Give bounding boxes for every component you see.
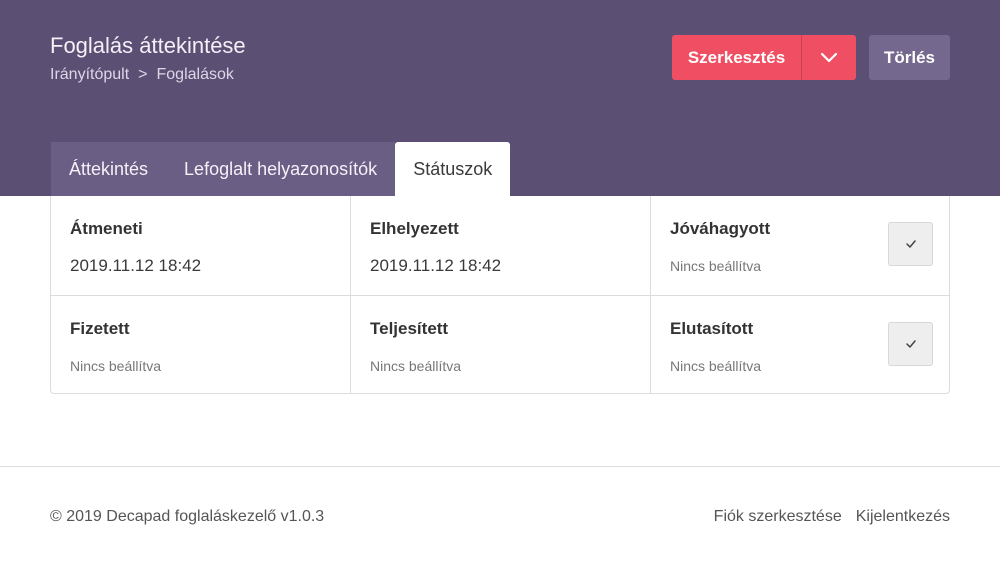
breadcrumb-dashboard-link[interactable]: Irányítópult [50, 66, 129, 84]
page-header: Foglalás áttekintése Irányítópult > Fogl… [0, 0, 1000, 196]
status-value: Nincs beállítva [370, 358, 462, 374]
grid-divider [51, 295, 949, 296]
breadcrumb-separator: > [138, 66, 148, 83]
status-label: Fizetett [70, 319, 130, 338]
approve-check-button[interactable] [888, 222, 933, 266]
status-label: Jóváhagyott [670, 219, 771, 238]
edit-account-link[interactable]: Fiók szerkesztése [714, 508, 842, 526]
status-cell-rejected: Elutasított Nincs beállítva [651, 296, 951, 395]
status-value: 2019.11.12 18:42 [70, 256, 202, 275]
status-value: 2019.11.12 18:42 [370, 256, 502, 275]
status-label: Átmeneti [70, 219, 143, 238]
reject-check-button[interactable] [888, 322, 933, 366]
footer-copyright: © 2019 Decapad foglaláskezelő v1.0.3 [50, 508, 325, 525]
status-value: Nincs beállítva [670, 258, 762, 274]
edit-button[interactable]: Szerkesztés [672, 35, 801, 80]
tab-overview[interactable]: Áttekintés [51, 142, 167, 196]
status-cell-approved: Jóváhagyott Nincs beállítva [651, 196, 951, 295]
footer-links: Fiók szerkesztése Kijelentkezés [714, 508, 950, 526]
page-title: Foglalás áttekintése [50, 33, 246, 58]
status-value: Nincs beállítva [70, 358, 162, 374]
footer-divider [0, 466, 1000, 467]
edit-dropdown-button[interactable] [801, 35, 856, 80]
checkmark-icon [905, 340, 916, 348]
tab-booked-place-ids[interactable]: Lefoglalt helyazonosítók [166, 142, 396, 196]
checkmark-icon [905, 240, 916, 248]
status-label: Elhelyezett [370, 219, 459, 238]
logout-link[interactable]: Kijelentkezés [856, 508, 950, 526]
tab-bar: Áttekintés Lefoglalt helyazonosítók Stát… [51, 142, 511, 196]
status-grid: Átmeneti 2019.11.12 18:42 Elhelyezett 20… [50, 196, 950, 394]
delete-button[interactable]: Törlés [869, 35, 950, 80]
breadcrumb: Irányítópult > Foglalások [50, 66, 234, 84]
edit-button-group: Szerkesztés [672, 35, 856, 80]
status-value: Nincs beállítva [670, 358, 762, 374]
breadcrumb-bookings-link[interactable]: Foglalások [157, 66, 234, 84]
chevron-down-icon [820, 52, 838, 62]
status-label: Teljesített [370, 319, 449, 338]
tab-statuses[interactable]: Státuszok [395, 142, 511, 196]
status-cell-placed: Elhelyezett 2019.11.12 18:42 [351, 196, 651, 295]
status-cell-completed: Teljesített Nincs beállítva [351, 296, 651, 395]
status-label: Elutasított [670, 319, 754, 338]
status-cell-paid: Fizetett Nincs beállítva [51, 296, 351, 395]
status-cell-temporary: Átmeneti 2019.11.12 18:42 [51, 196, 351, 295]
